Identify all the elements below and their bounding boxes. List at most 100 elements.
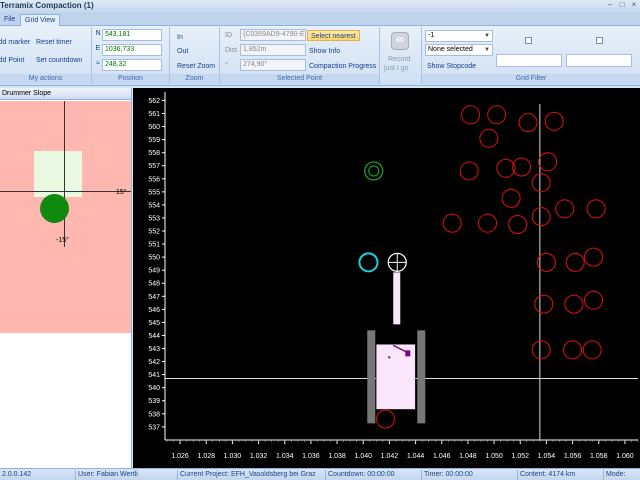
show-info-button[interactable]: Show Info (309, 46, 340, 57)
filter-field-1[interactable] (496, 54, 562, 67)
measurement-point (487, 105, 507, 125)
close-button[interactable]: × (628, 0, 640, 10)
group-label: Zoom (170, 74, 219, 84)
x-tick-label: 1.028 (197, 453, 215, 460)
grid-view-plot[interactable]: 537 538 539 540 541 542 543 544 545 546 547 548 549 5… (133, 88, 640, 468)
measurement-point (538, 152, 558, 172)
filter-field-2[interactable] (566, 54, 632, 67)
x-tick-label: 1.050 (485, 453, 503, 460)
height-label: ≈ (96, 60, 100, 67)
roller-gps-dot (388, 356, 391, 359)
y-tick-label: 557 (148, 163, 160, 170)
slope-indicator-dot (40, 194, 69, 223)
zoom-out-button[interactable]: Out (177, 46, 188, 57)
measurement-point (544, 111, 564, 131)
angle-field[interactable]: 274,90° (240, 59, 306, 71)
y-tick-label: 542 (148, 359, 160, 366)
east-label: E (95, 45, 101, 52)
measurement-point (564, 294, 584, 314)
chevron-down-icon: ▼ (484, 33, 490, 39)
x-tick-label: 1.048 (459, 453, 477, 460)
group-record[interactable]: 60 Record just I go (380, 27, 422, 84)
slope-label-right: 15° (116, 189, 127, 196)
x-tick-label: 1.044 (407, 453, 425, 460)
y-tick-label: 550 (148, 255, 160, 262)
zoom-in-button[interactable]: In (177, 32, 183, 43)
dist-label: Dist (225, 47, 238, 54)
measurement-point (582, 340, 602, 360)
north-label: N (95, 30, 101, 37)
reset-zoom-button[interactable]: Reset Zoom (177, 61, 215, 72)
target-point (364, 161, 384, 181)
ribbon: Add marker Reset timer Add Point Set cou… (0, 26, 640, 86)
measurement-point (478, 213, 498, 233)
y-tick-label: 547 (148, 294, 160, 301)
east-field[interactable]: 1036,733 (102, 44, 162, 56)
filter-dropdown-2[interactable]: None selected ▼ (425, 44, 493, 56)
drummer-slope-panel: Drummer Slope 15° -15° (0, 88, 132, 468)
slope-label-bottom: -15° (56, 237, 69, 244)
set-countdown-button[interactable]: Set countdown (36, 55, 82, 66)
y-tick-label: 559 (148, 137, 160, 144)
select-nearest-button[interactable]: Select nearest (307, 30, 360, 41)
status-timer: Timer: 00:00:00 (422, 470, 518, 480)
group-my-actions: Add marker Reset timer Add Point Set cou… (0, 27, 92, 84)
y-tick-label: 556 (148, 176, 160, 183)
y-tick-label: 549 (148, 268, 160, 275)
minimize-button[interactable]: – (604, 0, 616, 10)
point-id-field[interactable]: {C0359AD9-4790-E (240, 29, 306, 41)
x-tick-label: 1.058 (590, 453, 608, 460)
title-bar: Terramix Compaction (1) – □ × (0, 0, 640, 12)
x-tick-label: 1.030 (224, 453, 242, 460)
x-tick-label: 1.032 (250, 453, 268, 460)
filter-checkbox-2[interactable] (596, 37, 603, 44)
measurement-point (459, 161, 479, 181)
y-tick-label: 555 (148, 189, 160, 196)
chevron-down-icon: ▼ (484, 47, 490, 53)
y-tick-label: 541 (148, 372, 160, 379)
status-project: Current Project: EFH_Vasoldsberg bei Gra… (178, 470, 326, 480)
id-label: ID (225, 32, 232, 39)
angle-label: ° (225, 62, 228, 69)
status-countdown: Countdown: 00:00:00 (326, 470, 422, 480)
tab-grid-view[interactable]: Grid View (20, 14, 61, 26)
y-tick-label: 558 (148, 150, 160, 157)
y-tick-label: 546 (148, 307, 160, 314)
compaction-progress-button[interactable]: Compaction Progress (309, 61, 376, 72)
height-field[interactable]: 248,32 (102, 59, 162, 71)
x-tick-label: 1.042 (381, 453, 399, 460)
group-selected-point: ID {C0359AD9-4790-E Dist 1,852m ° 274,90… (220, 27, 380, 84)
x-tick-label: 1.040 (354, 453, 372, 460)
tab-file[interactable]: File (0, 14, 19, 26)
status-version: 2.0.0.142 (0, 470, 76, 480)
maximize-button[interactable]: □ (616, 0, 628, 10)
plot-canvas[interactable]: 537 538 539 540 541 542 543 544 545 546 547 548 549 5… (133, 88, 640, 468)
filter-dropdown-1[interactable]: -1 ▼ (425, 30, 493, 42)
filter-checkbox-1[interactable] (525, 37, 532, 44)
panel-title: Drummer Slope (0, 88, 131, 100)
show-stopcode-button[interactable]: Show Stopcode (427, 61, 476, 72)
measurement-point (518, 113, 538, 133)
x-tick-label: 1.052 (511, 453, 529, 460)
y-tick-label: 560 (148, 124, 160, 131)
status-content: Content: 4174 km (518, 470, 604, 480)
measurement-point (586, 199, 606, 219)
record-icon: 60 (391, 32, 409, 50)
measurement-point (531, 207, 551, 227)
north-field[interactable]: 543,181 (102, 29, 162, 41)
distance-field[interactable]: 1,852m (240, 44, 306, 56)
x-tick-label: 1.036 (302, 453, 320, 460)
filter-dropdown-1-value: -1 (428, 32, 435, 39)
group-label: My actions (0, 74, 91, 84)
y-tick-label: 561 (148, 111, 160, 118)
add-marker-button[interactable]: Add marker (0, 37, 30, 48)
x-tick-label: 1.034 (276, 453, 294, 460)
reset-timer-button[interactable]: Reset timer (36, 37, 72, 48)
y-tick-label: 562 (148, 98, 160, 105)
add-point-button[interactable]: Add Point (0, 55, 24, 66)
y-tick-label: 544 (148, 333, 160, 340)
window-title: Terramix Compaction (1) (0, 1, 94, 10)
measurement-point (565, 252, 585, 272)
filter-dropdown-2-value: None selected (428, 46, 473, 53)
measurement-point (534, 294, 554, 314)
